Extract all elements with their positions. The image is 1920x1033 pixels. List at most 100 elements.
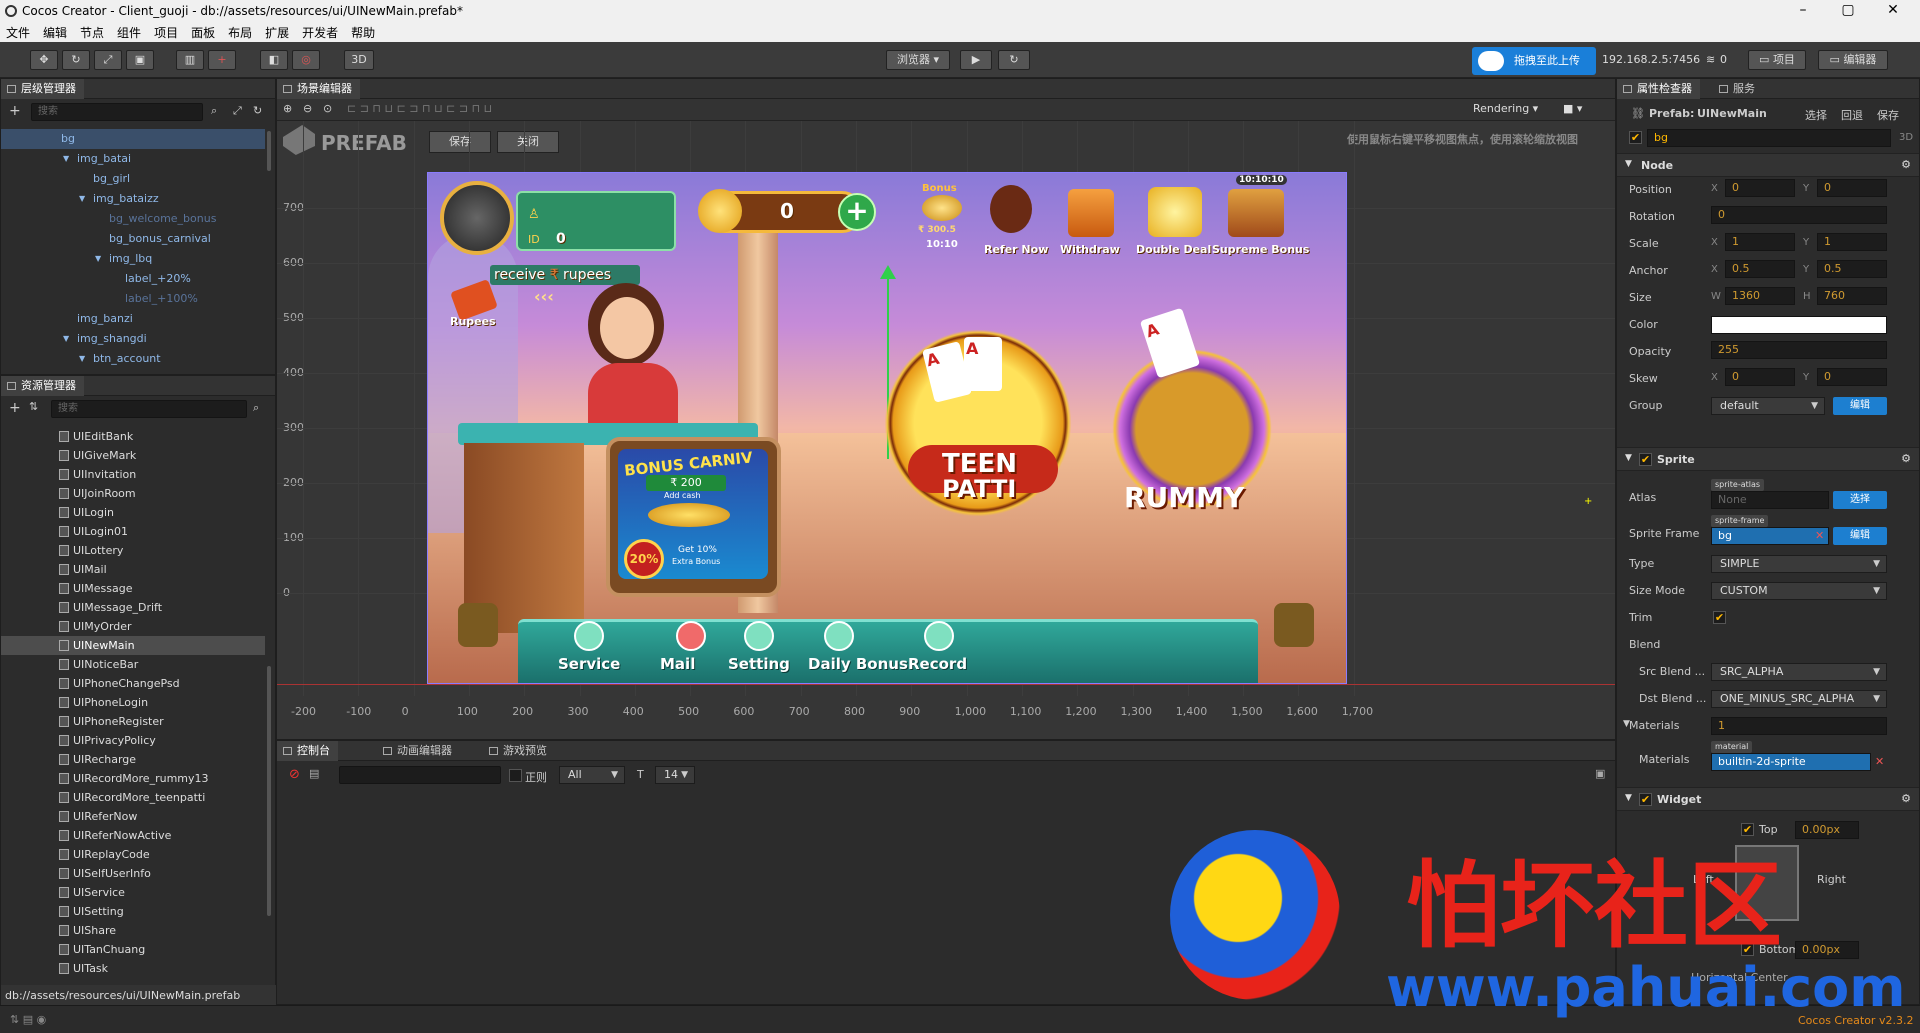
minimize-button[interactable]: – — [1783, 2, 1823, 18]
hierarchy-node[interactable]: ▼ img_batai — [1, 149, 265, 169]
hierarchy-search-input[interactable]: 搜索 — [31, 103, 203, 121]
clear-console-icon[interactable]: ⊘ — [289, 767, 300, 782]
anchor-button[interactable]: + — [208, 50, 236, 70]
tab-hierarchy[interactable]: 层级管理器 — [1, 79, 84, 99]
asset-item[interactable]: UIReferNow — [1, 807, 265, 826]
hierarchy-node[interactable]: bg_bonus_carnival — [1, 229, 265, 249]
align-tools-icon[interactable]: ⊏ ⊐ ⊓ ⊔ ⊏ ⊐ ⊓ ⊔ ⊏ ⊐ ⊓ ⊔ — [347, 102, 492, 115]
close-button[interactable]: ✕ — [1873, 2, 1913, 18]
trim-checkbox[interactable]: ✔ — [1713, 611, 1726, 624]
upload-drop-zone[interactable]: 拖拽至此上传 — [1472, 47, 1596, 75]
asset-item[interactable]: UIPrivacyPolicy — [1, 731, 265, 750]
add-coins-button[interactable]: + — [838, 193, 876, 231]
bottom-nav-label[interactable]: Mail — [660, 655, 695, 673]
nav-setting-icon[interactable] — [744, 621, 774, 651]
skew-x-input[interactable]: 0 — [1725, 368, 1795, 386]
nav-service-icon[interactable] — [574, 621, 604, 651]
font-size-select[interactable]: 14 — [655, 766, 695, 784]
prefab-preview[interactable]: ♙ ID 0 0 + receive ₹ rupees Rupees ‹‹‹ B… — [427, 172, 1347, 684]
assets-search-input[interactable]: 搜索 — [51, 400, 247, 418]
hierarchy-scrollbar[interactable] — [267, 131, 271, 171]
sprite-section-header[interactable]: ▼ ✔ Sprite ⚙ — [1617, 447, 1919, 471]
prefab-save-button[interactable]: 保存 — [429, 131, 491, 153]
asset-item[interactable]: UIMyOrder — [1, 617, 265, 636]
expand-arrow-icon[interactable]: ▼ — [79, 349, 85, 369]
widget-bottom-input[interactable]: 0.00px — [1795, 941, 1859, 959]
search-icon[interactable]: ⌕ — [211, 104, 217, 118]
tab-console[interactable]: 控制台 — [277, 741, 338, 761]
asset-item[interactable]: UIGiveMark — [1, 446, 265, 465]
asset-item[interactable]: UIShare — [1, 921, 265, 940]
hierarchy-node[interactable]: bg — [1, 129, 265, 149]
y-gizmo-arrow-icon[interactable] — [880, 265, 896, 279]
widget-alignment-box[interactable] — [1735, 845, 1799, 921]
rotate-tool-button[interactable]: ↻ — [62, 50, 90, 70]
nav-daily-bonus-icon[interactable] — [824, 621, 854, 651]
asset-item[interactable]: UISetting — [1, 902, 265, 921]
asset-item[interactable]: UIPhoneLogin — [1, 693, 265, 712]
asset-item[interactable]: UINoticeBar — [1, 655, 265, 674]
skew-y-input[interactable]: 0 — [1817, 368, 1887, 386]
bottom-nav-label[interactable]: Record — [908, 655, 967, 673]
rendering-select[interactable]: Rendering ▾ — [1473, 102, 1538, 115]
asset-item[interactable]: UISelfUserInfo — [1, 864, 265, 883]
menu-extension[interactable]: 扩展 — [265, 24, 289, 41]
menu-help[interactable]: 帮助 — [351, 24, 375, 41]
scale-x-input[interactable]: 1 — [1725, 233, 1795, 251]
player-avatar[interactable] — [440, 181, 514, 255]
pivot-button[interactable]: ▥ — [176, 50, 204, 70]
top-item-refer[interactable]: Refer Now — [984, 243, 1048, 256]
prefab-save-btn[interactable]: 保存 — [1877, 107, 1899, 123]
position-x-input[interactable]: 0 — [1725, 179, 1795, 197]
top-item-withdraw[interactable]: Withdraw — [1060, 243, 1120, 256]
materials-count-input[interactable]: 1 — [1711, 717, 1887, 735]
atlas-select-button[interactable]: 选择 — [1833, 491, 1887, 509]
material-input[interactable]: builtin-2d-sprite — [1711, 753, 1871, 771]
asset-item[interactable]: UIMessage_Drift — [1, 598, 265, 617]
refer-now-icon[interactable] — [990, 185, 1032, 233]
asset-item[interactable]: UIRecordMore_teenpatti — [1, 788, 265, 807]
asset-item[interactable]: UIPhoneRegister — [1, 712, 265, 731]
refresh-button[interactable]: ↻ — [998, 50, 1030, 70]
expand-arrow-icon[interactable]: ▼ — [79, 189, 85, 209]
zoom-in-icon[interactable]: ⊕ — [283, 102, 292, 115]
refresh-icon[interactable]: ↻ — [253, 104, 262, 117]
menu-layout[interactable]: 布局 — [228, 24, 252, 41]
hierarchy-node[interactable]: bg_welcome_bonus — [1, 209, 265, 229]
bonus-timer-widget[interactable]: Bonus ₹ 300.5 10:10 — [918, 183, 970, 263]
bottom-nav-label[interactable]: Setting — [728, 655, 790, 673]
add-node-button[interactable]: + — [9, 103, 21, 119]
asset-item[interactable]: UITask — [1, 959, 265, 978]
clear-icon[interactable]: ✕ — [1875, 755, 1884, 768]
menu-node[interactable]: 节点 — [80, 24, 104, 41]
menu-edit[interactable]: 编辑 — [43, 24, 67, 41]
double-deal-icon[interactable] — [1148, 187, 1202, 237]
toggle-3d-button[interactable]: 3D — [344, 50, 374, 70]
widget-section-header[interactable]: ▼ ✔ Widget ⚙ — [1617, 787, 1919, 811]
bottom-nav-label[interactable]: Daily Bonus — [808, 655, 908, 673]
zoom-out-icon[interactable]: ⊖ — [303, 102, 312, 115]
sprite-type-select[interactable]: SIMPLE — [1711, 555, 1887, 573]
atlas-input[interactable]: None — [1711, 491, 1829, 509]
src-blend-select[interactable]: SRC_ALPHA — [1711, 663, 1887, 681]
nav-mail-icon[interactable] — [676, 621, 706, 651]
top-item-supreme-bonus[interactable]: Supreme Bonus — [1212, 243, 1309, 256]
color-swatch[interactable] — [1711, 316, 1887, 334]
group-select[interactable]: default — [1711, 397, 1825, 415]
local-button[interactable]: ◧ — [260, 50, 288, 70]
maximize-button[interactable]: ▢ — [1828, 2, 1868, 18]
asset-item[interactable]: UIInvitation — [1, 465, 265, 484]
browser-select[interactable]: 浏览器 ▾ — [886, 50, 950, 70]
hierarchy-node[interactable]: img_banzi — [1, 309, 265, 329]
asset-item[interactable]: UILottery — [1, 541, 265, 560]
asset-item[interactable]: UIJoinRoom — [1, 484, 265, 503]
hierarchy-node[interactable]: ▼ img_bataizz — [1, 189, 265, 209]
asset-item[interactable]: UINewMain — [1, 636, 265, 655]
node-name-input[interactable]: bg — [1647, 129, 1891, 147]
move-tool-button[interactable]: ✥ — [30, 50, 58, 70]
regex-checkbox[interactable] — [509, 769, 522, 782]
tab-animation-editor[interactable]: 动画编辑器 — [377, 741, 460, 761]
asset-item[interactable]: UIMessage — [1, 579, 265, 598]
asset-item[interactable]: UIService — [1, 883, 265, 902]
search-icon[interactable]: ⌕ — [253, 401, 259, 415]
